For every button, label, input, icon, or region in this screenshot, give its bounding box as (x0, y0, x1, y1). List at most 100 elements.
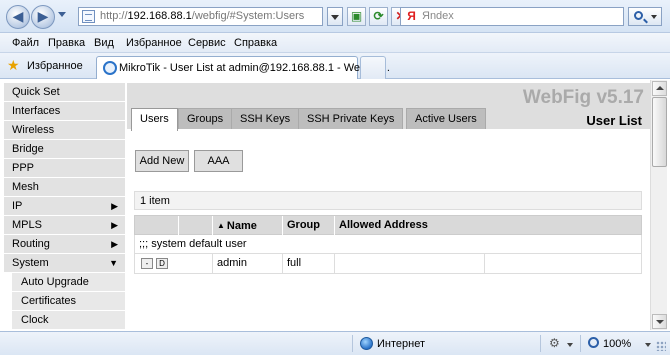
aaa-button[interactable]: AAA (194, 150, 243, 172)
expand-arrow-icon: ▶ (111, 201, 118, 211)
sidebar-item-interfaces[interactable]: Interfaces (4, 102, 125, 121)
menu-tools[interactable]: Сервис (188, 37, 226, 49)
status-bar: Интернет ⚙ 100% (0, 331, 670, 355)
search-placeholder: Яndex (422, 10, 454, 22)
search-icon (634, 11, 643, 20)
yandex-icon: Я (407, 9, 416, 23)
cell-empty (484, 254, 643, 273)
address-input[interactable]: http://192.168.88.1/webfig/#System:Users (78, 7, 323, 26)
sidebar-item-label: Quick Set (12, 86, 60, 98)
sidebar-item-label: Routing (12, 238, 50, 250)
remove-button[interactable]: - (141, 258, 153, 269)
sidebar-subitem-auto-upgrade[interactable]: Auto Upgrade (12, 273, 125, 292)
sidebar-item-label: PPP (12, 162, 35, 174)
refresh-button[interactable]: ⟳ (369, 7, 388, 26)
menu-favorites[interactable]: Избранное (126, 37, 182, 49)
menu-view[interactable]: Вид (94, 37, 114, 49)
back-arrow-icon: ◀ (12, 8, 24, 24)
tab-title: MikroTik - User List at admin@192.168.88… (119, 62, 390, 74)
protected-mode-dropdown-icon[interactable] (567, 343, 573, 347)
sidebar-item-mpls[interactable]: MPLS ▶ (4, 216, 125, 235)
tab-ssh-private-keys[interactable]: SSH Private Keys (298, 108, 404, 129)
page-viewport: Quick Set Interfaces Wireless Bridge PPP… (0, 80, 650, 330)
cell-group[interactable]: full (282, 254, 334, 273)
column-header-actions (135, 216, 178, 235)
sidebar-item-routing[interactable]: Routing ▶ (4, 235, 125, 254)
column-header-label: Name (226, 220, 257, 232)
page-icon (82, 10, 95, 23)
sidebar-item-bridge[interactable]: Bridge (4, 140, 125, 159)
sidebar-item-label: Interfaces (12, 105, 61, 117)
item-count: 1 item (134, 191, 642, 210)
refresh-icon: ⟳ (373, 9, 384, 23)
main-content: WebFig v5.17 User List Users Groups SSH … (127, 83, 650, 330)
sidebar-item-quick-set[interactable]: Quick Set (4, 83, 125, 102)
address-toolbar: ◀ ▶ http://192.168.88.1/webfig/#System:U… (0, 0, 670, 33)
ie-page-icon (103, 61, 117, 75)
scroll-down-button[interactable] (652, 314, 667, 329)
favorites-star-icon[interactable]: ★ (7, 58, 20, 72)
column-header-group[interactable]: Group (282, 216, 334, 235)
menu-edit[interactable]: Правка (48, 37, 85, 49)
sidebar-subitem-label: Clock (21, 314, 49, 326)
page-title: User List (586, 113, 642, 128)
column-header-name[interactable]: ▲ Name (212, 216, 282, 235)
column-header-allowed-address[interactable]: Allowed Address (334, 216, 484, 235)
compatibility-icon: ▣ (350, 9, 363, 23)
history-dropdown-icon[interactable] (58, 12, 66, 17)
sidebar-item-system[interactable]: System ▼ (4, 254, 125, 273)
add-new-button[interactable]: Add New (135, 150, 189, 172)
sort-ascending-icon: ▲ (217, 221, 225, 230)
protected-mode-icon[interactable]: ⚙ (549, 337, 563, 350)
sidebar-item-wireless[interactable]: Wireless (4, 121, 125, 140)
table-row[interactable]: - D admin full (134, 254, 642, 274)
vertical-scrollbar[interactable] (650, 80, 667, 330)
address-text[interactable]: http://192.168.88.1/webfig/#System:Users (100, 10, 304, 22)
compatibility-view-button[interactable]: ▣ (347, 7, 366, 26)
sidebar-item-label: MPLS (12, 219, 42, 231)
sidebar-item-mesh[interactable]: Mesh (4, 178, 125, 197)
tab-ssh-keys[interactable]: SSH Keys (231, 108, 300, 129)
zoom-level[interactable]: 100% (603, 338, 631, 350)
new-tab-button[interactable] (360, 56, 386, 79)
menu-bar: Файл Правка Вид Избранное Сервис Справка (0, 33, 670, 53)
menu-help[interactable]: Справка (234, 37, 277, 49)
content-header: WebFig v5.17 User List Users Groups SSH … (127, 83, 650, 131)
search-input[interactable]: Я Яndex (400, 7, 624, 26)
sidebar-item-ip[interactable]: IP ▶ (4, 197, 125, 216)
table-header: ▲ Name Group Allowed Address (134, 215, 642, 235)
cell-name[interactable]: admin (212, 254, 282, 273)
search-button[interactable] (628, 7, 662, 26)
back-button[interactable]: ◀ (6, 5, 30, 29)
disable-button[interactable]: D (156, 258, 168, 269)
menu-file[interactable]: Файл (12, 37, 39, 49)
zoom-icon[interactable] (588, 337, 599, 348)
tab-groups[interactable]: Groups (178, 108, 233, 129)
search-options-dropdown-icon[interactable] (651, 15, 657, 19)
sidebar-item-ppp[interactable]: PPP (4, 159, 125, 178)
sidebar-item-label: System (12, 257, 49, 269)
sidebar-item-label: Wireless (12, 124, 55, 136)
scroll-thumb[interactable] (652, 97, 667, 167)
tab-active-users[interactable]: Active Users (406, 108, 486, 129)
zoom-dropdown-icon[interactable] (645, 343, 651, 347)
address-dropdown-button[interactable] (327, 7, 343, 26)
sidebar: Quick Set Interfaces Wireless Bridge PPP… (4, 83, 125, 330)
column-header-blank (178, 216, 212, 235)
collapse-arrow-icon: ▼ (109, 258, 118, 268)
status-divider (540, 335, 541, 352)
browser-tab[interactable]: MikroTik - User List at admin@192.168.88… (96, 56, 390, 79)
sidebar-subitem-certificates[interactable]: Certificates (12, 292, 125, 311)
forward-button[interactable]: ▶ (31, 5, 55, 29)
sidebar-subitem-label: Certificates (21, 295, 77, 307)
tab-users[interactable]: Users (131, 108, 178, 131)
favorites-button[interactable]: Избранное (27, 60, 83, 72)
table-comment-row[interactable]: ;;; system default user (134, 235, 642, 254)
status-divider (352, 335, 353, 352)
forward-arrow-icon: ▶ (37, 8, 49, 24)
sidebar-subitem-clock[interactable]: Clock (12, 311, 125, 330)
resize-grip-icon[interactable] (656, 341, 666, 351)
cell-allowed-address[interactable] (334, 254, 484, 273)
sidebar-item-label: IP (12, 200, 23, 212)
scroll-up-button[interactable] (652, 81, 667, 96)
